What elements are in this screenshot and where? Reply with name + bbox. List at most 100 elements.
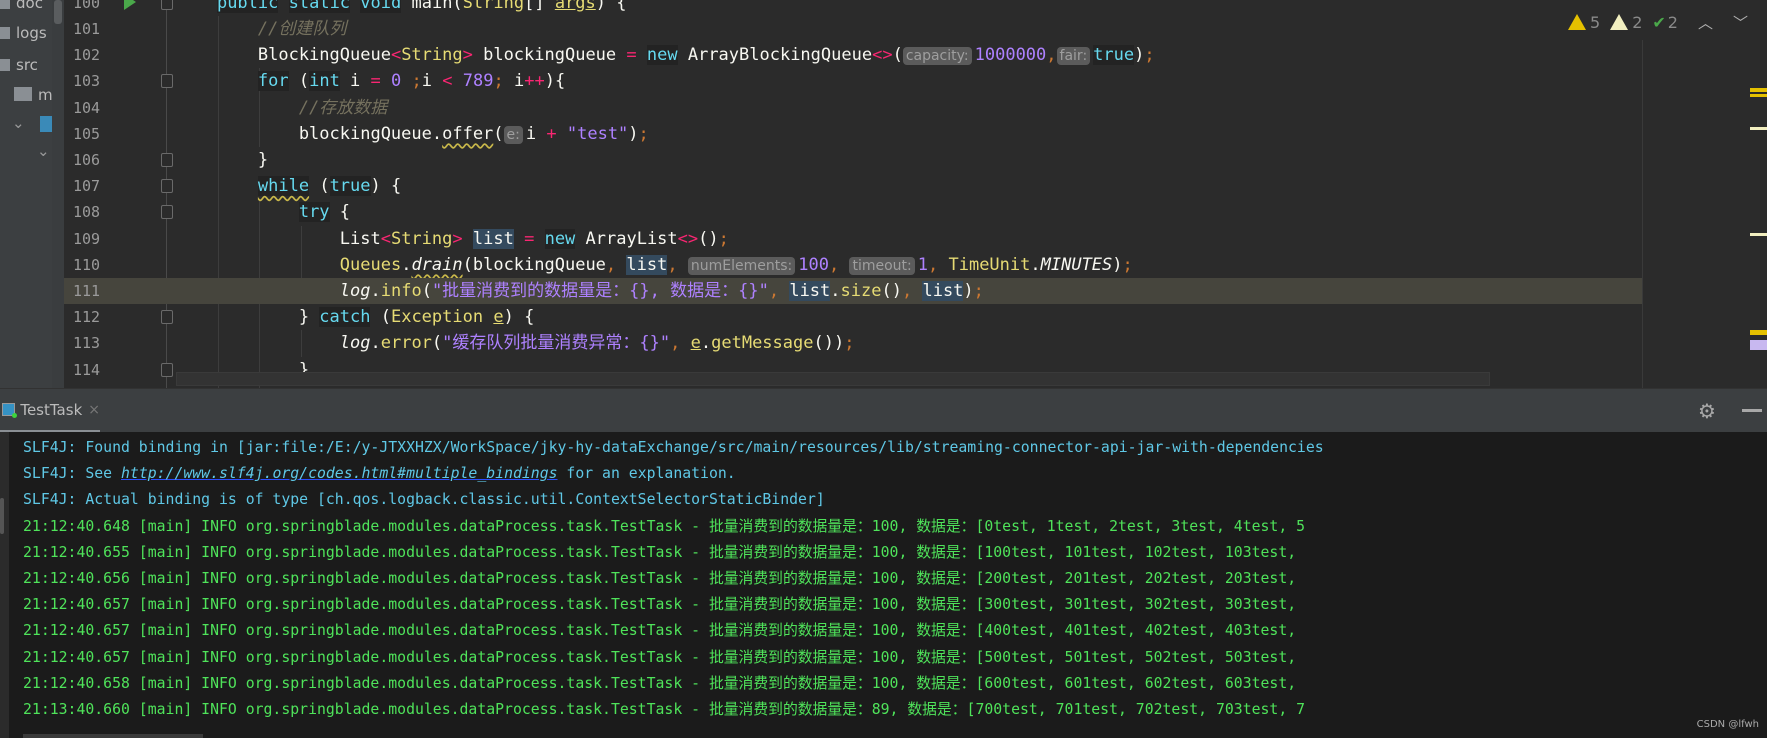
error-stripe-mark[interactable] bbox=[1750, 88, 1767, 92]
weak-warning-icon bbox=[1610, 13, 1629, 30]
project-item-doc[interactable]: doc bbox=[0, 0, 43, 12]
code-line[interactable]: while (true) { bbox=[176, 173, 1642, 199]
typos-count-label: 2 bbox=[1667, 12, 1678, 32]
code-token: ; bbox=[493, 71, 504, 92]
code-line[interactable]: BlockingQueue<String> blockingQueue = ne… bbox=[176, 42, 1642, 68]
code-line[interactable]: log.error("缓存队列批量消费异常：{}", e.getMessage(… bbox=[176, 330, 1642, 356]
minimize-icon[interactable] bbox=[1742, 409, 1762, 412]
code-line[interactable]: Queues.drain(blockingQueue, list, numEle… bbox=[176, 252, 1642, 278]
code-token: = bbox=[524, 228, 535, 249]
line-number[interactable]: 106 bbox=[73, 147, 113, 173]
error-stripe-mark[interactable] bbox=[1750, 233, 1767, 236]
error-stripe-mark[interactable] bbox=[1750, 127, 1767, 130]
console-text: 21:12:40.657 [main] INFO org.springblade… bbox=[23, 622, 1297, 640]
fold-toggle-icon[interactable] bbox=[161, 179, 173, 194]
chevron-down-icon[interactable]: ⌄ bbox=[12, 114, 25, 132]
editor-horizontal-scrollbar[interactable] bbox=[176, 372, 1490, 386]
code-editor[interactable]: public static void main(String[] args) {… bbox=[176, 0, 1642, 388]
code-token: list bbox=[789, 281, 831, 301]
code-line[interactable]: blockingQueue.offer(e: i + "test"); bbox=[176, 121, 1642, 147]
line-number[interactable]: 112 bbox=[73, 304, 113, 330]
code-token: "缓存队列批量消费异常：{}" bbox=[442, 333, 671, 354]
code-line[interactable]: for (int i = 0 ;i < 789; i++){ bbox=[176, 68, 1642, 94]
fold-toggle-icon[interactable] bbox=[161, 74, 173, 89]
code-token: < bbox=[390, 45, 402, 66]
error-stripe-mark[interactable] bbox=[1750, 94, 1767, 97]
line-number[interactable]: 107 bbox=[73, 173, 113, 199]
code-line[interactable]: } catch (Exception e) { bbox=[176, 304, 1642, 330]
fold-toggle-icon[interactable] bbox=[161, 153, 173, 167]
code-line[interactable]: //存放数据 bbox=[176, 95, 1642, 121]
error-stripe-mark[interactable] bbox=[1750, 340, 1767, 350]
chevron-down-icon[interactable]: ⌄ bbox=[37, 142, 50, 160]
console-link[interactable]: http://www.slf4j.org/codes.html#multiple… bbox=[121, 465, 558, 482]
code-token: ){ bbox=[544, 71, 566, 92]
line-number[interactable]: 113 bbox=[73, 330, 113, 356]
line-number[interactable]: 101 bbox=[73, 16, 113, 42]
fold-toggle-icon[interactable] bbox=[161, 205, 173, 220]
inspection-widget[interactable]: 5 2 ✔ 2 ︿ ﹀ bbox=[1568, 10, 1748, 34]
line-number[interactable]: 109 bbox=[73, 226, 113, 252]
project-scrollbar-thumb[interactable] bbox=[54, 0, 62, 24]
fold-toggle-icon[interactable] bbox=[161, 362, 173, 377]
console-text: SLF4J: Actual binding is of type [ch.qos… bbox=[23, 491, 825, 509]
gear-icon[interactable]: ⚙ bbox=[1698, 399, 1716, 423]
code-token: ) bbox=[1112, 254, 1123, 275]
code-line[interactable]: try { bbox=[176, 199, 1642, 225]
code-token: ( bbox=[431, 333, 443, 354]
code-token: public bbox=[216, 0, 279, 13]
fold-toggle-icon[interactable] bbox=[161, 0, 173, 10]
fold-toggle-icon[interactable] bbox=[161, 310, 173, 325]
line-number[interactable]: 105 bbox=[73, 121, 113, 147]
chevron-down-icon[interactable]: ﹀ bbox=[1733, 12, 1748, 33]
console-text: 21:12:40.657 [main] INFO org.springblade… bbox=[23, 596, 1297, 614]
code-token: , bbox=[667, 254, 678, 275]
line-number[interactable]: 100 bbox=[73, 0, 113, 16]
line-number[interactable]: 102 bbox=[73, 42, 113, 68]
code-line[interactable]: log.info("批量消费到的数据量是：{}, 数据是：{}", list.s… bbox=[176, 278, 1642, 304]
console-output[interactable]: SLF4J: Found binding in [jar:file:/E:/y-… bbox=[0, 432, 1767, 738]
line-number[interactable]: 114 bbox=[73, 357, 113, 383]
code-token: () bbox=[881, 281, 902, 301]
code-token: ) { bbox=[595, 0, 627, 13]
code-line[interactable]: List<String> list = new ArrayList<>(); bbox=[176, 226, 1642, 252]
line-number[interactable]: 104 bbox=[73, 95, 113, 121]
tab-testtask[interactable]: TestTask × bbox=[0, 389, 100, 433]
chevron-up-icon[interactable]: ︿ bbox=[1698, 12, 1713, 33]
weak-warnings-count[interactable]: 2 bbox=[1610, 13, 1642, 32]
warnings-count[interactable]: 5 bbox=[1568, 13, 1600, 32]
code-token: 0 bbox=[391, 71, 402, 92]
line-number[interactable]: 103 bbox=[73, 68, 113, 94]
code-line[interactable]: public static void main(String[] args) { bbox=[176, 0, 1642, 16]
line-number[interactable]: 110 bbox=[73, 252, 113, 278]
console-line: 21:12:40.648 [main] INFO org.springblade… bbox=[23, 514, 1305, 540]
console-line: SLF4J: Found binding in [jar:file:/E:/y-… bbox=[23, 435, 1324, 461]
project-scrollbar[interactable] bbox=[52, 0, 64, 388]
error-stripe-mark[interactable] bbox=[1750, 330, 1767, 335]
code-token: , bbox=[901, 281, 913, 301]
code-token: TimeUnit bbox=[948, 254, 1031, 275]
line-number[interactable]: 111 bbox=[73, 278, 113, 304]
run-icon[interactable] bbox=[124, 0, 136, 10]
editor-gutter: 100 101 102 103 104 105 106 107 108 109 110 111 112 1… bbox=[64, 0, 176, 388]
code-token: drain bbox=[411, 254, 463, 275]
console-scrollbar-thumb[interactable] bbox=[0, 498, 4, 534]
code-line[interactable]: //创建队列 bbox=[176, 16, 1642, 42]
project-item-src[interactable]: src bbox=[0, 56, 38, 74]
line-number[interactable]: 108 bbox=[73, 199, 113, 225]
console-icon bbox=[2, 403, 18, 418]
code-token: , bbox=[828, 254, 840, 275]
console-horizontal-scrollbar[interactable] bbox=[23, 734, 203, 738]
code-line[interactable]: } bbox=[176, 147, 1642, 173]
code-token: ( bbox=[493, 123, 504, 144]
code-token: < bbox=[380, 228, 391, 249]
typos-count[interactable]: ✔ 2 bbox=[1652, 13, 1678, 32]
project-item-logs[interactable]: logs bbox=[0, 24, 47, 42]
close-icon[interactable]: × bbox=[88, 402, 100, 418]
